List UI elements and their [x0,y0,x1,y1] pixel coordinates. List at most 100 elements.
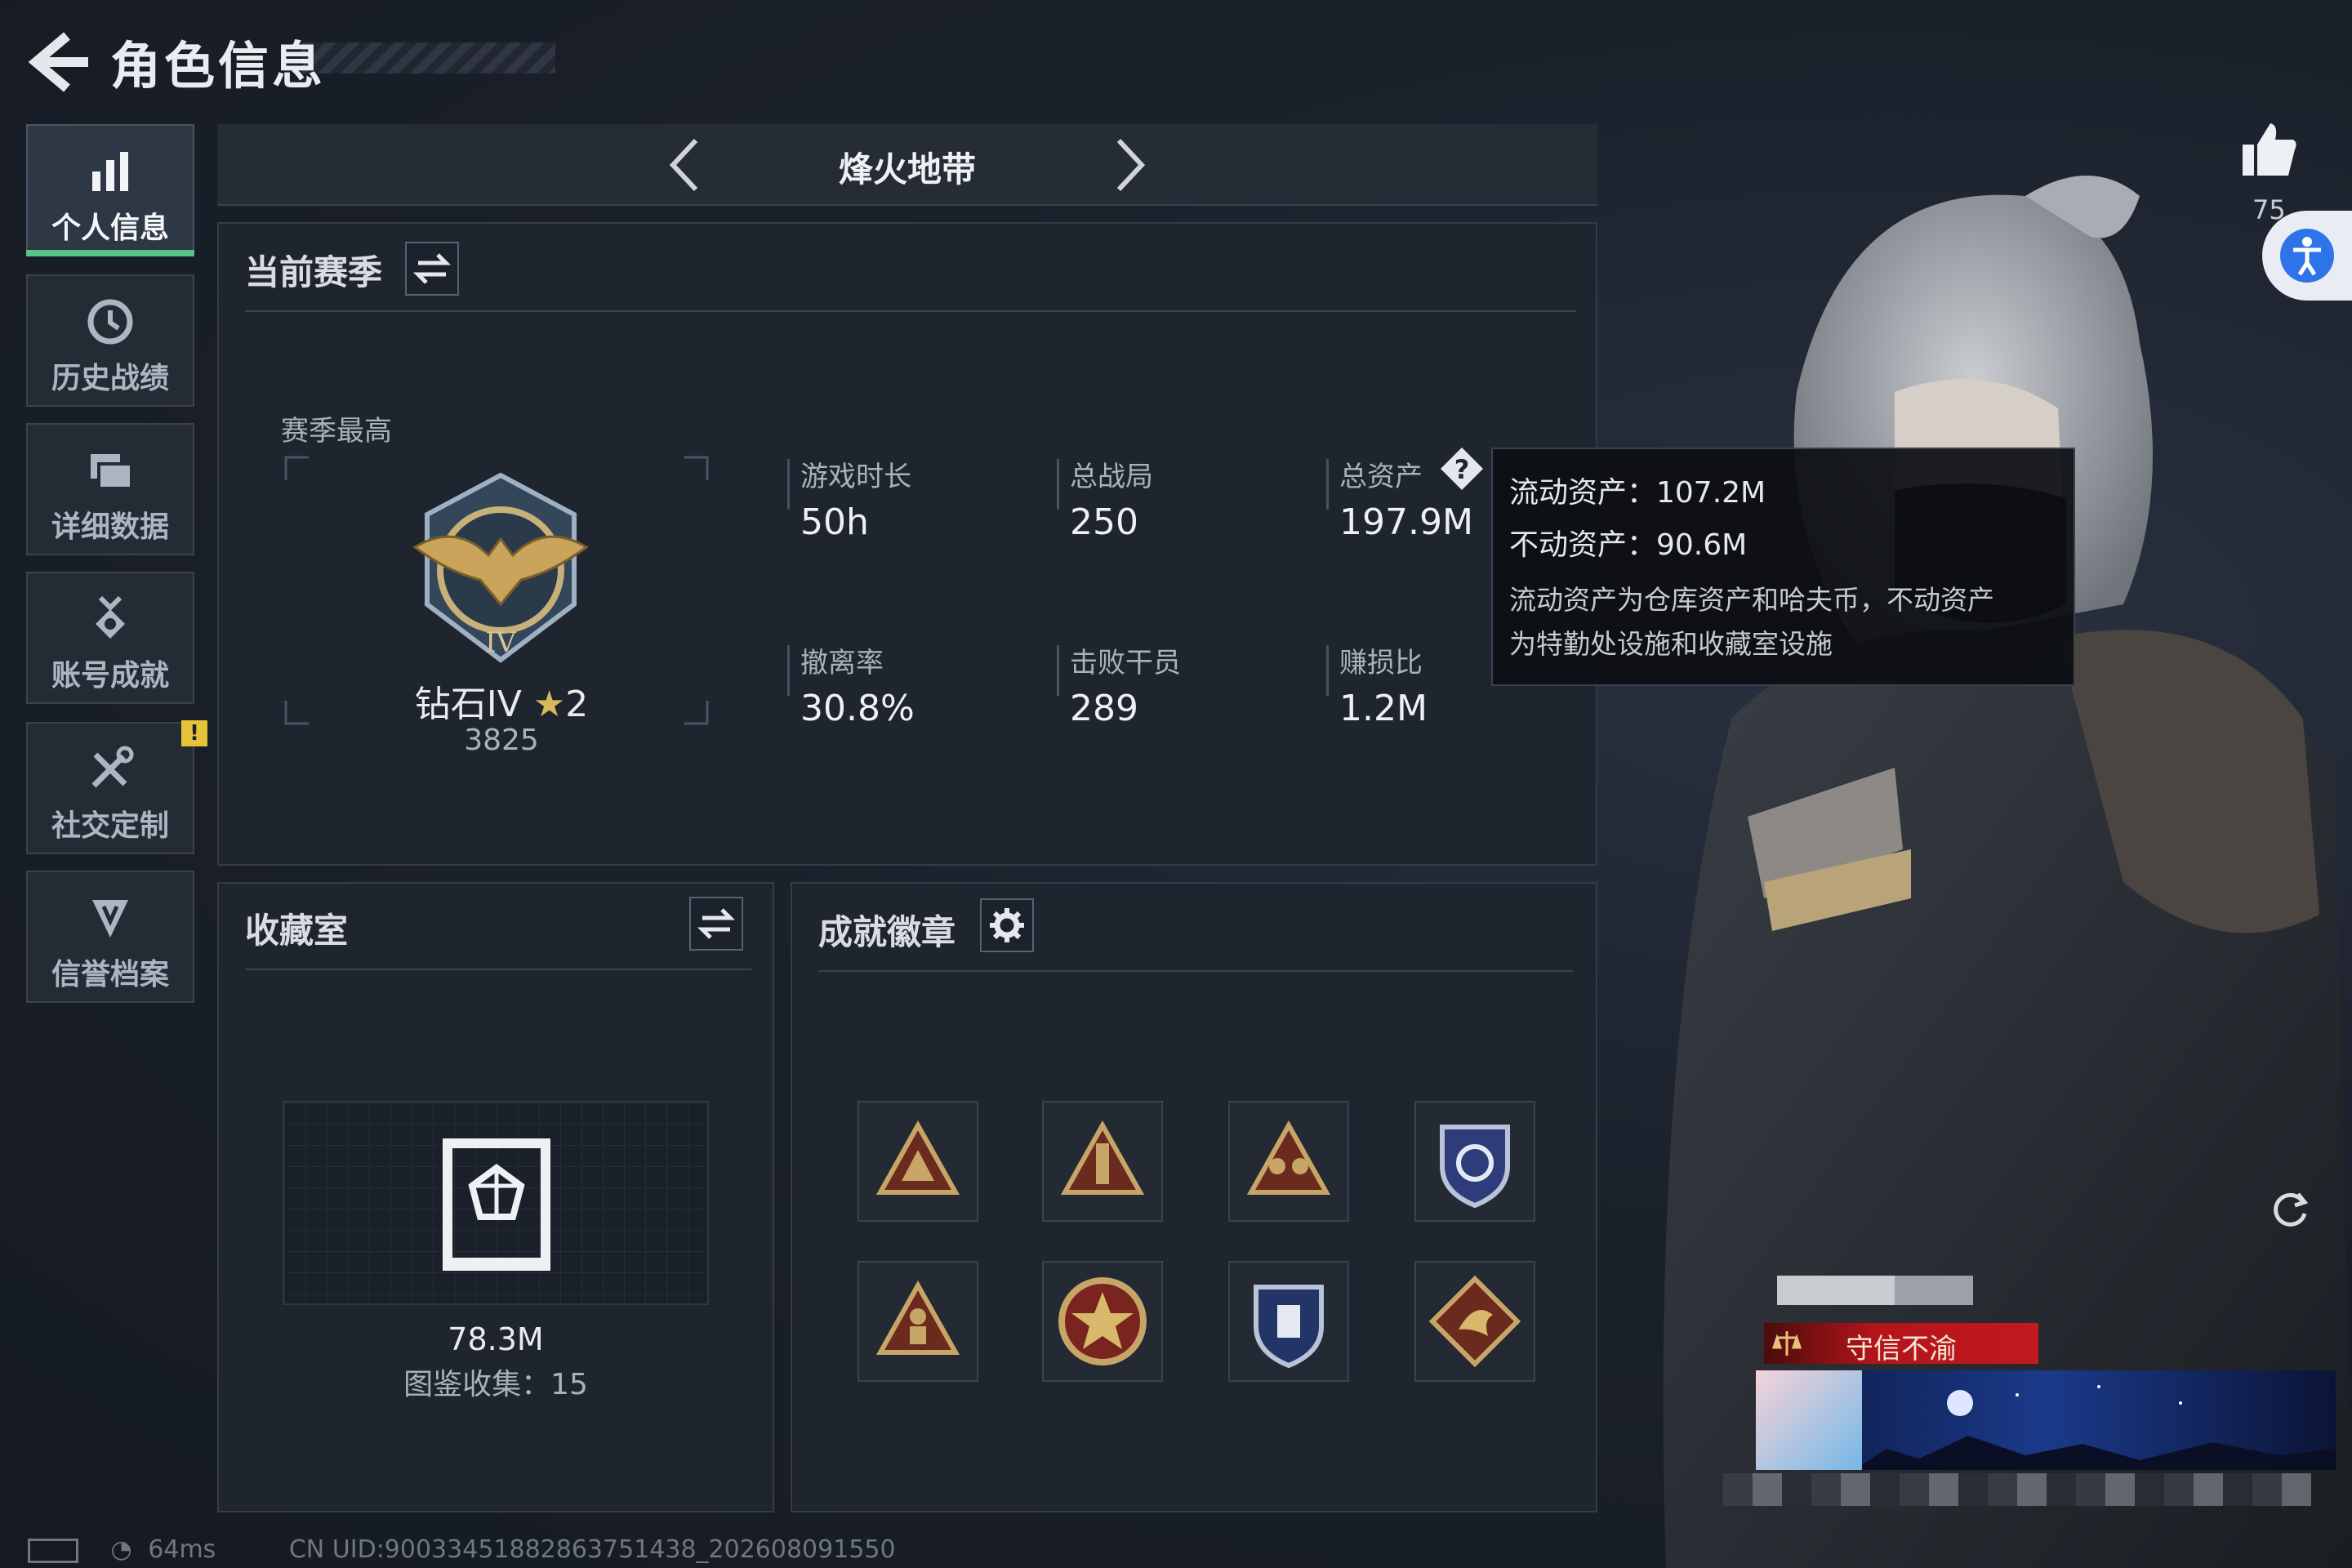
display-case-icon [443,1138,550,1271]
bar-chart-icon [92,152,128,191]
section-title: 当前赛季 [245,252,383,292]
achievement-badge[interactable] [858,1261,978,1382]
stat-value: 1.2M [1339,688,1428,729]
sidebar-item-detailed-data[interactable]: 详细数据 [26,423,194,555]
divider [1326,459,1329,510]
achievement-badge[interactable] [1042,1261,1163,1382]
help-icon[interactable]: ? [1437,444,1486,493]
chevron-right-icon[interactable] [1099,136,1156,194]
rank-stars: 2 [565,684,589,725]
divider [787,645,790,696]
rank-score: 3825 [464,724,539,757]
accessibility-button[interactable] [2262,211,2352,301]
swap-icon [697,908,736,939]
triangle-gold-icon [875,1120,960,1195]
thumbs-up-icon[interactable] [2238,118,2300,180]
mode-selector: 烽火地带 [217,124,1597,206]
folder-icon [91,454,133,490]
achievement-panel: 成就徽章 [791,882,1597,1512]
divider [787,459,790,510]
collection-value: 78.3M [448,1321,544,1357]
triangle-figure-icon [875,1280,960,1355]
triangle-rocket-icon [1060,1120,1145,1195]
stat-label: 赚损比 [1339,647,1423,679]
svg-text:IV: IV [485,626,517,659]
tooltip-fixed-assets: 不动资产：90.6M [1509,528,1748,562]
page-title: 角色信息 [110,36,327,96]
star-icon: ★ [532,684,566,725]
collection-display[interactable] [283,1101,709,1305]
wifi-icon: ◔ [110,1535,132,1564]
achievement-badge[interactable] [1414,1261,1535,1382]
switch-season-button[interactable] [405,242,459,296]
stat-label: 总战局 [1070,461,1153,493]
diamond-rank-emblem-icon: IV [412,472,589,663]
divider [1326,645,1329,696]
achievement-badge[interactable] [1228,1101,1349,1222]
achievement-badge[interactable] [1228,1261,1349,1382]
shield-icon [92,900,128,938]
stat-value: 289 [1070,688,1138,729]
player-avatar[interactable] [1756,1370,1862,1470]
sidebar-item-label: 个人信息 [51,212,169,245]
season-best-label: 赛季最高 [281,415,392,448]
mode-title: 烽火地带 [838,149,976,189]
sidebar-item-account-achievements[interactable]: 账号成就 [26,572,194,704]
achievement-badge[interactable] [1042,1101,1163,1222]
achievement-badge[interactable] [1414,1101,1535,1222]
section-title: 收藏室 [245,911,349,951]
shield-navy-icon [1254,1285,1324,1369]
stat-label: 撤离率 [800,647,884,679]
medal-icon [96,595,125,639]
redacted-info [1723,1473,2311,1506]
badge-settings-button[interactable] [980,898,1034,952]
tools-icon [91,746,134,788]
sidebar-item-label: 信誉档案 [51,958,169,991]
current-season-panel: 当前赛季 赛季最高 IV 钻石IV ★2 3825 游戏时长 50h 总战局 2… [217,222,1597,866]
warning-badge: ! [181,720,207,746]
divider [1057,459,1059,510]
sidebar-item-label: 账号成就 [51,659,169,693]
stat-value: 250 [1070,501,1138,543]
rank-name: 钻石IV [414,684,522,725]
sidebar-item-label: 历史战绩 [51,362,169,395]
sidebar-item-personal-info[interactable]: 个人信息 [26,124,194,256]
sidebar-item-history[interactable]: 历史战绩 [26,274,194,407]
honor-title-plate: 守信不渝 [1764,1323,2038,1365]
stat-label: 总资产 [1339,461,1423,493]
sidebar-item-credit-record[interactable]: 信誉档案 [26,871,194,1003]
battery-icon [28,1538,78,1563]
stat-value: 197.9M [1339,501,1473,543]
triangle-team-icon [1246,1120,1331,1195]
stat-value: 30.8% [800,688,915,729]
back-arrow-icon[interactable] [24,29,90,95]
honor-title: 守信不渝 [1846,1333,1957,1365]
sidebar-item-social-custom[interactable]: 社交定制 ! [26,720,207,854]
swap-icon [412,253,452,284]
clock-icon [87,299,133,345]
refresh-icon[interactable] [2265,1186,2314,1235]
player-name-redacted [1777,1276,1973,1305]
tooltip-note-line1: 流动资产为仓库资产和哈夫币，不动资产 [1509,584,1994,616]
asset-tooltip: 流动资产：107.2M 不动资产：90.6M 流动资产为仓库资产和哈夫币，不动资… [1491,448,2075,686]
dragon-diamond-icon [1428,1275,1521,1368]
ping-value: 64ms [148,1535,216,1564]
achievement-badge[interactable] [858,1101,978,1222]
divider [245,969,751,970]
collection-count: 图鉴收集：15 [403,1368,588,1401]
svg-text:?: ? [1454,454,1470,485]
stat-value: 50h [800,501,869,543]
switch-collection-button[interactable] [689,897,743,951]
gear-icon [990,908,1024,942]
title-decoration [302,42,555,74]
divider [818,970,1573,972]
sidebar-item-label: 社交定制 [51,809,169,843]
sidebar-item-label: 详细数据 [51,510,169,544]
star-wreath-icon [1058,1277,1147,1365]
rank-name-row: 钻石IV ★2 [403,675,599,727]
stat-label: 击败干员 [1070,647,1181,679]
stat-label: 游戏时长 [800,461,911,493]
status-bar: ◔ 64ms CN UID:9003345188286375143​8_2026… [28,1535,896,1564]
uid-text: CN UID:9003345188286375143​8_20260809155… [288,1535,896,1564]
tooltip-note-line2: 为特勤处设施和收藏室设施 [1509,628,1833,660]
